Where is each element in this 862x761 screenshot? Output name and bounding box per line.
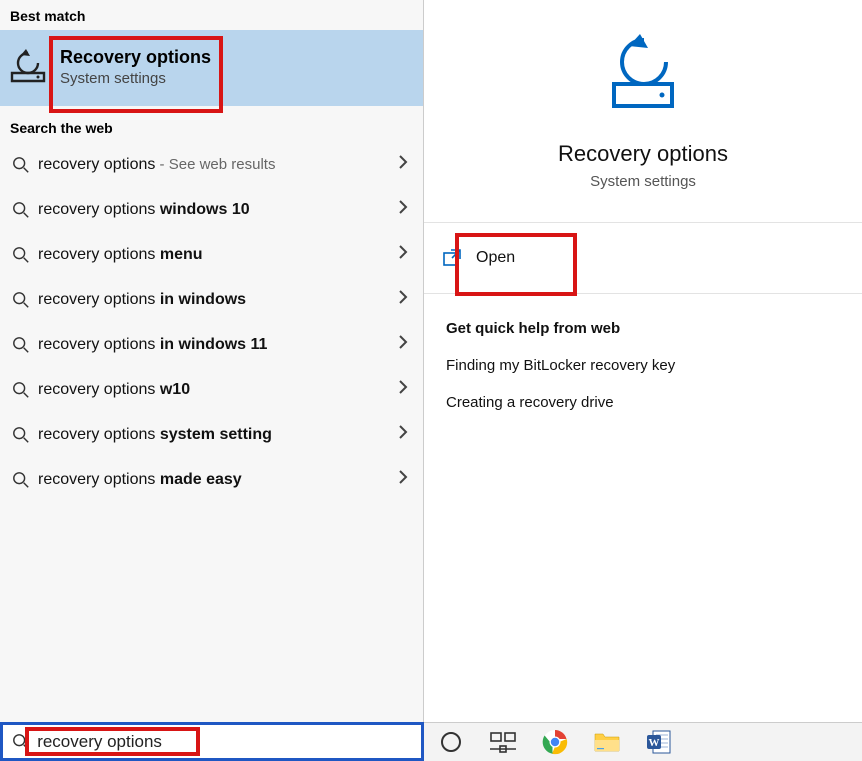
recovery-icon (6, 49, 50, 85)
web-suggestion-item[interactable]: recovery options in windows (0, 277, 423, 322)
chevron-right-icon (398, 379, 409, 400)
chevron-right-icon (398, 334, 409, 355)
recovery-hero-icon (598, 28, 688, 123)
open-external-icon (442, 248, 462, 268)
details-panel: Recovery options System settings Open Ge… (424, 0, 862, 761)
web-suggestion-label: recovery options in windows (38, 291, 398, 309)
chevron-right-icon (398, 244, 409, 265)
open-label: Open (476, 249, 515, 267)
search-icon (8, 291, 34, 309)
web-suggestion-item[interactable]: recovery options made easy (0, 457, 423, 502)
search-web-header: Search the web (0, 106, 423, 142)
best-match-title: Recovery options (60, 47, 211, 68)
search-results-panel: Best match Recovery options System setti… (0, 0, 424, 761)
web-suggestion-label: recovery options w10 (38, 381, 398, 399)
chevron-right-icon (398, 424, 409, 445)
web-suggestion-item[interactable]: recovery options windows 10 (0, 187, 423, 232)
cortana-icon[interactable] (436, 727, 466, 757)
web-suggestion-item[interactable]: recovery options w10 (0, 367, 423, 412)
chevron-right-icon (398, 289, 409, 310)
details-subtitle: System settings (590, 173, 696, 190)
web-suggestion-label: recovery options system setting (38, 426, 398, 444)
web-suggestion-item[interactable]: recovery options - See web results (0, 142, 423, 187)
web-suggestion-item[interactable]: recovery options in windows 11 (0, 322, 423, 367)
web-suggestion-item[interactable]: recovery options system setting (0, 412, 423, 457)
web-suggestion-label: recovery options menu (38, 246, 398, 264)
chevron-right-icon (398, 469, 409, 490)
chevron-right-icon (398, 154, 409, 175)
search-icon (8, 156, 34, 174)
search-icon (8, 336, 34, 354)
search-icon (8, 471, 34, 489)
best-match-item[interactable]: Recovery options System settings (0, 30, 423, 106)
search-icon (8, 201, 34, 219)
open-button[interactable]: Open (424, 223, 862, 293)
search-icon (8, 381, 34, 399)
svg-text:W: W (649, 737, 660, 749)
quick-help-header: Get quick help from web (446, 320, 840, 337)
search-icon (9, 733, 33, 751)
web-suggestion-list: recovery options - See web results recove… (0, 142, 423, 502)
details-title: Recovery options (558, 141, 728, 167)
chrome-icon[interactable] (540, 727, 570, 757)
search-icon (8, 246, 34, 264)
word-icon[interactable]: W (644, 727, 674, 757)
web-suggestion-item[interactable]: recovery options menu (0, 232, 423, 277)
web-suggestion-label: recovery options - See web results (38, 156, 398, 174)
search-bar[interactable] (0, 722, 424, 761)
quick-help-link[interactable]: Creating a recovery drive (446, 394, 840, 411)
search-icon (8, 426, 34, 444)
search-input[interactable] (37, 732, 415, 752)
chevron-right-icon (398, 199, 409, 220)
web-suggestion-label: recovery options made easy (38, 471, 398, 489)
best-match-subtitle: System settings (60, 70, 211, 87)
best-match-header: Best match (0, 0, 423, 30)
web-suggestion-label: recovery options windows 10 (38, 201, 398, 219)
file-explorer-icon[interactable] (592, 727, 622, 757)
taskbar: W (424, 722, 862, 761)
task-view-icon[interactable] (488, 727, 518, 757)
web-suggestion-label: recovery options in windows 11 (38, 336, 398, 354)
quick-help-link[interactable]: Finding my BitLocker recovery key (446, 357, 840, 374)
